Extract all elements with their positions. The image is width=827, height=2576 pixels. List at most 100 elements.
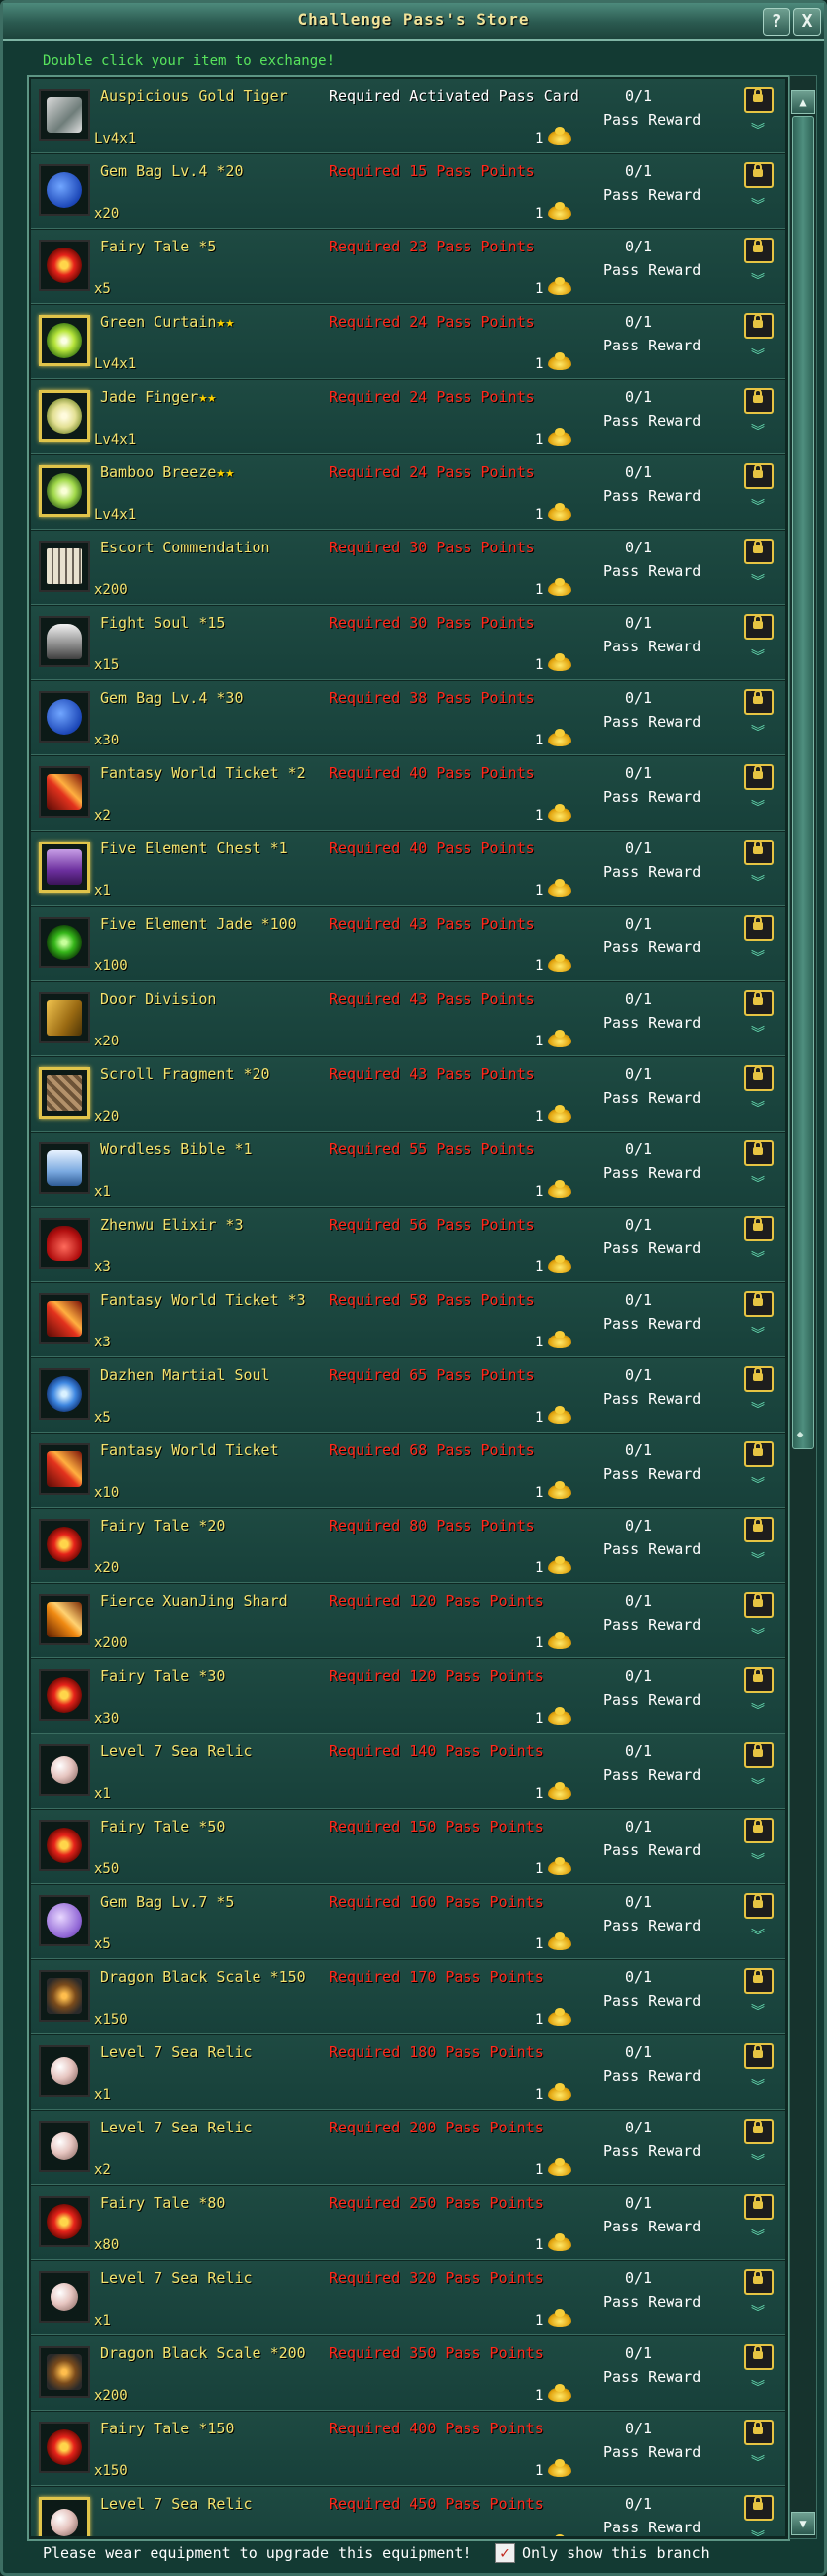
chevron-down-icon[interactable]: ︾ xyxy=(747,574,769,590)
lock-icon[interactable] xyxy=(744,764,774,790)
item-icon-frame[interactable] xyxy=(39,1594,90,1645)
scrollbar[interactable]: ▲ ◆ ▼ xyxy=(789,75,817,2539)
item-row[interactable]: Wordless Bible *1 x1 Required 55 Pass Poin… xyxy=(31,1133,785,1207)
chevron-down-icon[interactable]: ︾ xyxy=(747,2079,769,2095)
item-row[interactable]: Fairy Tale *150 x150 Required 400 Pass Poi… xyxy=(31,2412,785,2486)
chevron-down-icon[interactable]: ︾ xyxy=(747,2004,769,2020)
item-row[interactable]: Green Curtain★★ Lv4x1 Required 24 Pass Poi… xyxy=(31,305,785,379)
item-icon-frame[interactable] xyxy=(39,1895,90,1946)
item-row[interactable]: Level 7 Sea Relic x1 Required 180 Pass Poi… xyxy=(31,2035,785,2110)
item-row[interactable]: Fairy Tale *80 x80 Required 250 Pass Point… xyxy=(31,2186,785,2260)
chevron-down-icon[interactable]: ︾ xyxy=(747,1101,769,1117)
item-row[interactable]: Dragon Black Scale *200 x200 Required 350 … xyxy=(31,2336,785,2411)
item-row[interactable]: Level 7 Sea Relicx3Required 450 Pass Poi… xyxy=(31,2487,785,2536)
chevron-down-icon[interactable]: ︾ xyxy=(747,198,769,214)
chevron-down-icon[interactable]: ︾ xyxy=(747,1327,769,1342)
lock-icon[interactable] xyxy=(744,2194,774,2220)
item-icon-frame[interactable] xyxy=(39,1443,90,1495)
scroll-up-icon[interactable]: ▲ xyxy=(791,90,815,114)
item-row[interactable]: Gem Bag Lv.4 *30 x30 Required 38 Pass Poin… xyxy=(31,681,785,755)
item-icon-frame[interactable] xyxy=(39,1970,90,2022)
item-icon-frame[interactable] xyxy=(39,2422,90,2473)
chevron-down-icon[interactable]: ︾ xyxy=(747,1251,769,1267)
item-icon-frame[interactable] xyxy=(39,2497,90,2536)
item-row[interactable]: Jade Finger★★ Lv4x1 Required 24 Pass Point… xyxy=(31,380,785,454)
chevron-down-icon[interactable]: ︾ xyxy=(747,2455,769,2471)
item-icon-frame[interactable] xyxy=(39,541,90,592)
item-icon-frame[interactable] xyxy=(39,2346,90,2398)
chevron-down-icon[interactable]: ︾ xyxy=(747,123,769,139)
scroll-down-icon[interactable]: ▼ xyxy=(791,2512,815,2535)
chevron-down-icon[interactable]: ︾ xyxy=(747,1552,769,1568)
lock-icon[interactable] xyxy=(744,1968,774,1994)
chevron-down-icon[interactable]: ︾ xyxy=(747,2530,769,2536)
chevron-down-icon[interactable]: ︾ xyxy=(747,2380,769,2396)
lock-icon[interactable] xyxy=(744,162,774,188)
item-icon-frame[interactable] xyxy=(39,2045,90,2097)
lock-icon[interactable] xyxy=(744,1742,774,1768)
chevron-down-icon[interactable]: ︾ xyxy=(747,1703,769,1719)
item-row[interactable]: Fantasy World Ticket *2 x2 Required 40 Pas… xyxy=(31,756,785,831)
only-show-branch-checkbox[interactable]: ✓ xyxy=(495,2543,515,2563)
help-icon[interactable]: ? xyxy=(763,8,790,36)
item-icon-frame[interactable] xyxy=(39,2196,90,2247)
chevron-down-icon[interactable]: ︾ xyxy=(747,875,769,891)
item-row[interactable]: Auspicious Gold Tiger Lv4x1 Required Activ… xyxy=(31,79,785,153)
lock-icon[interactable] xyxy=(744,689,774,715)
item-row[interactable]: Five Element Chest *1 x1 Required 40 Pass … xyxy=(31,832,785,906)
lock-icon[interactable] xyxy=(744,990,774,1016)
item-icon-frame[interactable] xyxy=(39,992,90,1043)
chevron-down-icon[interactable]: ︾ xyxy=(747,2229,769,2245)
lock-icon[interactable] xyxy=(744,1592,774,1618)
lock-icon[interactable] xyxy=(744,1667,774,1693)
item-row[interactable]: Dragon Black Scale *150 x150 Required 170 … xyxy=(31,1960,785,2034)
item-row[interactable]: Fairy Tale *5 x5 Required 23 Pass Points 1 0… xyxy=(31,230,785,304)
item-icon-frame[interactable] xyxy=(39,89,90,141)
chevron-down-icon[interactable]: ︾ xyxy=(747,1026,769,1041)
item-icon-frame[interactable] xyxy=(39,2271,90,2323)
lock-icon[interactable] xyxy=(744,915,774,941)
lock-icon[interactable] xyxy=(744,313,774,339)
item-icon-frame[interactable] xyxy=(39,842,90,893)
item-row[interactable]: Fierce XuanJing Shard x200 Required 120 Pa… xyxy=(31,1584,785,1658)
chevron-down-icon[interactable]: ︾ xyxy=(747,950,769,966)
item-row[interactable]: Gem Bag Lv.7 *5 x5 Required 160 Pass Point… xyxy=(31,1885,785,1959)
item-row[interactable]: Fairy Tale *20 x20 Required 80 Pass Points… xyxy=(31,1509,785,1583)
chevron-down-icon[interactable]: ︾ xyxy=(747,348,769,364)
chevron-down-icon[interactable]: ︾ xyxy=(747,1402,769,1418)
chevron-down-icon[interactable]: ︾ xyxy=(747,1778,769,1794)
item-row[interactable]: Bamboo Breeze★★ Lv4x1 Required 24 Pass Poi… xyxy=(31,455,785,530)
lock-icon[interactable] xyxy=(744,2420,774,2445)
scroll-thumb[interactable] xyxy=(792,116,814,1449)
item-row[interactable]: Fantasy World Ticket *3 x3 Required 58 Pas… xyxy=(31,1283,785,1357)
item-row[interactable]: Zhenwu Elixir *3 x3 Required 56 Pass Point… xyxy=(31,1208,785,1282)
lock-icon[interactable] xyxy=(744,1818,774,1843)
lock-icon[interactable] xyxy=(744,1216,774,1241)
lock-icon[interactable] xyxy=(744,388,774,414)
chevron-down-icon[interactable]: ︾ xyxy=(747,2154,769,2170)
item-icon-frame[interactable] xyxy=(39,766,90,818)
item-icon-frame[interactable] xyxy=(39,1820,90,1871)
item-icon-frame[interactable] xyxy=(39,1142,90,1194)
item-row[interactable]: Gem Bag Lv.4 *20 x20 Required 15 Pass Poin… xyxy=(31,154,785,229)
item-row[interactable]: Level 7 Sea Relic x1 Required 140 Pass Poi… xyxy=(31,1734,785,1809)
lock-icon[interactable] xyxy=(744,840,774,865)
lock-icon[interactable] xyxy=(744,1140,774,1166)
item-icon-frame[interactable] xyxy=(39,315,90,366)
chevron-down-icon[interactable]: ︾ xyxy=(747,499,769,515)
item-icon-frame[interactable] xyxy=(39,465,90,517)
chevron-down-icon[interactable]: ︾ xyxy=(747,1853,769,1869)
item-row[interactable]: Fairy Tale *50 x50 Required 150 Pass Point… xyxy=(31,1810,785,1884)
chevron-down-icon[interactable]: ︾ xyxy=(747,424,769,440)
item-row[interactable]: Door Division x20 Required 43 Pass Points 1… xyxy=(31,982,785,1056)
item-icon-frame[interactable] xyxy=(39,1293,90,1344)
lock-icon[interactable] xyxy=(744,2344,774,2370)
item-icon-frame[interactable] xyxy=(39,1519,90,1570)
lock-icon[interactable] xyxy=(744,2043,774,2069)
lock-icon[interactable] xyxy=(744,1366,774,1392)
lock-icon[interactable] xyxy=(744,614,774,640)
item-row[interactable]: Escort Commendation x200 Required 30 Pass … xyxy=(31,531,785,605)
chevron-down-icon[interactable]: ︾ xyxy=(747,1628,769,1643)
item-icon-frame[interactable] xyxy=(39,2121,90,2172)
title-bar[interactable]: Challenge Pass's Store ? X xyxy=(3,3,824,41)
